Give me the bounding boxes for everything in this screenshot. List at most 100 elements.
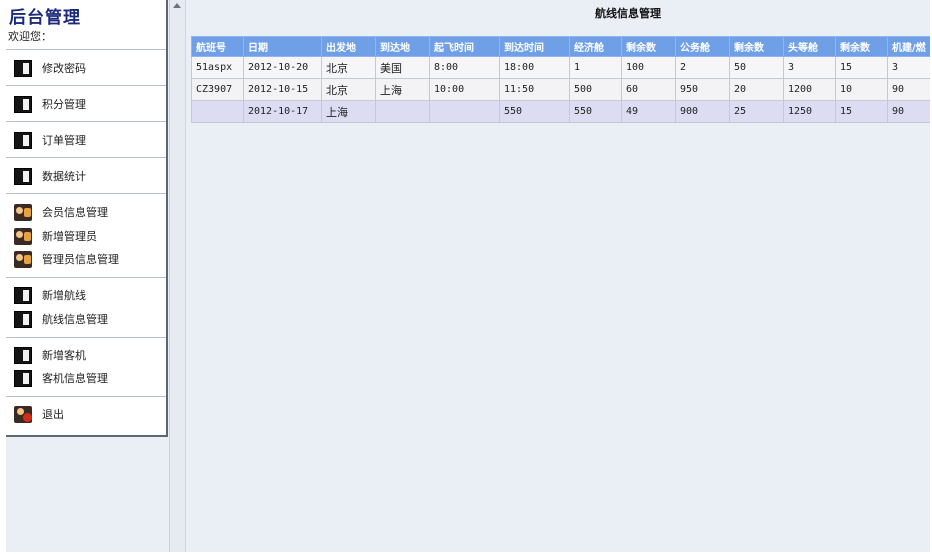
book-icon (14, 59, 32, 77)
table-cell: 18:00 (499, 56, 570, 79)
divider (6, 121, 166, 122)
table-cell: 2012-10-20 (243, 56, 322, 79)
column-header-date: 日期 (243, 36, 322, 57)
sidebar-item-add-route[interactable]: 新增航线 (14, 285, 164, 305)
divider (6, 49, 166, 50)
sidebar-item-label: 新增航线 (42, 289, 86, 302)
table-cell: 2012-10-17 (243, 100, 322, 123)
user-icon (14, 203, 32, 221)
sidebar-item-add-aircraft[interactable]: 新增客机 (14, 345, 164, 365)
table-cell: 2012-10-15 (243, 78, 322, 101)
sidebar-item-label: 会员信息管理 (42, 206, 108, 219)
sidebar-item-orders[interactable]: 订单管理 (14, 130, 164, 150)
sidebar-menu-panel: 后台管理 欢迎您： 修改密码 积分管理 订单管理 数据统计 会员信息管理 新增管… (6, 0, 168, 437)
column-header-business: 公务舱 (675, 36, 730, 57)
welcome-text: 欢迎您： (8, 30, 52, 43)
table-cell (375, 100, 430, 123)
sidebar-item-points[interactable]: 积分管理 (14, 94, 164, 114)
table-header-row: 航班号 日期 出发地 到达地 起飞时间 到达时间 经济舱 剩余数 公务舱 剩余数… (191, 36, 930, 57)
column-header-economy-remaining: 剩余数 (621, 36, 676, 57)
table-cell: 550 (569, 100, 622, 123)
sidebar-item-label: 修改密码 (42, 62, 86, 75)
routes-table: 航班号 日期 出发地 到达地 起飞时间 到达时间 经济舱 剩余数 公务舱 剩余数… (191, 36, 930, 123)
sidebar-item-label: 航线信息管理 (42, 313, 108, 326)
divider (6, 157, 166, 158)
column-header-flight-no: 航班号 (191, 36, 244, 57)
table-cell: 北京 (321, 78, 376, 101)
routes-table-container: 航班号 日期 出发地 到达地 起飞时间 到达时间 经济舱 剩余数 公务舱 剩余数… (191, 36, 930, 123)
sidebar-item-label: 订单管理 (42, 134, 86, 147)
table-cell: 90 (887, 100, 930, 123)
table-cell: 950 (675, 78, 730, 101)
table-cell: 1250 (783, 100, 836, 123)
table-cell: 900 (675, 100, 730, 123)
table-cell: 2 (675, 56, 730, 79)
sidebar-item-statistics[interactable]: 数据统计 (14, 166, 164, 186)
table-cell: 90 (887, 78, 930, 101)
table-cell: 100 (621, 56, 676, 79)
sidebar-item-admin-info[interactable]: 管理员信息管理 (14, 249, 164, 269)
table-cell: 上海 (375, 78, 430, 101)
divider (6, 337, 166, 338)
divider (6, 85, 166, 86)
sidebar-item-change-password[interactable]: 修改密码 (14, 58, 164, 78)
column-header-origin: 出发地 (321, 36, 376, 57)
sidebar-item-label: 新增客机 (42, 349, 86, 362)
sidebar-item-label: 管理员信息管理 (42, 253, 119, 266)
book-icon (14, 310, 32, 328)
table-cell: 3 (887, 56, 930, 79)
table-cell (191, 100, 244, 123)
table-row[interactable]: 51aspx 2012-10-20 北京 美国 8:00 18:00 1 100… (191, 56, 930, 79)
column-header-economy: 经济舱 (569, 36, 622, 57)
book-icon (14, 131, 32, 149)
sidebar-item-label: 积分管理 (42, 98, 86, 111)
table-cell: 上海 (321, 100, 376, 123)
book-icon (14, 167, 32, 185)
sidebar-item-aircraft-info[interactable]: 客机信息管理 (14, 368, 164, 388)
exit-icon (14, 405, 32, 423)
column-header-airport-fuel-fee: 机建/燃 (887, 36, 930, 57)
table-cell: 49 (621, 100, 676, 123)
table-row[interactable]: 2012-10-17 上海 550 550 49 900 25 1250 15 … (191, 100, 930, 123)
main-content: 航线信息管理 航班号 日期 出发地 到达地 起飞时间 到达时间 经济舱 剩余数 … (186, 0, 930, 552)
sidebar-item-member-info[interactable]: 会员信息管理 (14, 202, 164, 222)
sidebar-item-add-admin[interactable]: 新增管理员 (14, 226, 164, 246)
table-cell: 550 (499, 100, 570, 123)
scrollbar[interactable] (170, 0, 186, 552)
table-cell: 北京 (321, 56, 376, 79)
table-cell: 25 (729, 100, 784, 123)
divider (6, 396, 166, 397)
column-header-departure-time: 起飞时间 (429, 36, 500, 57)
table-cell: 8:00 (429, 56, 500, 79)
table-cell: 11:50 (499, 78, 570, 101)
user-icon (14, 227, 32, 245)
app-title: 后台管理 (9, 8, 81, 28)
table-cell: 20 (729, 78, 784, 101)
table-cell: 1200 (783, 78, 836, 101)
table-cell: 51aspx (191, 56, 244, 79)
page-title: 航线信息管理 (595, 7, 661, 20)
table-cell: 50 (729, 56, 784, 79)
user-icon (14, 250, 32, 268)
table-row[interactable]: CZ3907 2012-10-15 北京 上海 10:00 11:50 500 … (191, 78, 930, 101)
divider (6, 193, 166, 194)
sidebar-item-label: 新增管理员 (42, 230, 97, 243)
column-header-first: 头等舱 (783, 36, 836, 57)
table-cell (429, 100, 500, 123)
table-cell: 10 (835, 78, 888, 101)
column-header-destination: 到达地 (375, 36, 430, 57)
sidebar-item-logout[interactable]: 退出 (14, 404, 164, 424)
book-icon (14, 95, 32, 113)
book-icon (14, 346, 32, 364)
sidebar-item-route-info[interactable]: 航线信息管理 (14, 309, 164, 329)
scroll-up-icon[interactable] (173, 3, 181, 8)
column-header-arrival-time: 到达时间 (499, 36, 570, 57)
book-icon (14, 369, 32, 387)
divider (6, 277, 166, 278)
sidebar: 后台管理 欢迎您： 修改密码 积分管理 订单管理 数据统计 会员信息管理 新增管… (6, 0, 170, 552)
table-cell: 3 (783, 56, 836, 79)
table-cell: CZ3907 (191, 78, 244, 101)
table-cell: 美国 (375, 56, 430, 79)
column-header-business-remaining: 剩余数 (729, 36, 784, 57)
table-cell: 1 (569, 56, 622, 79)
